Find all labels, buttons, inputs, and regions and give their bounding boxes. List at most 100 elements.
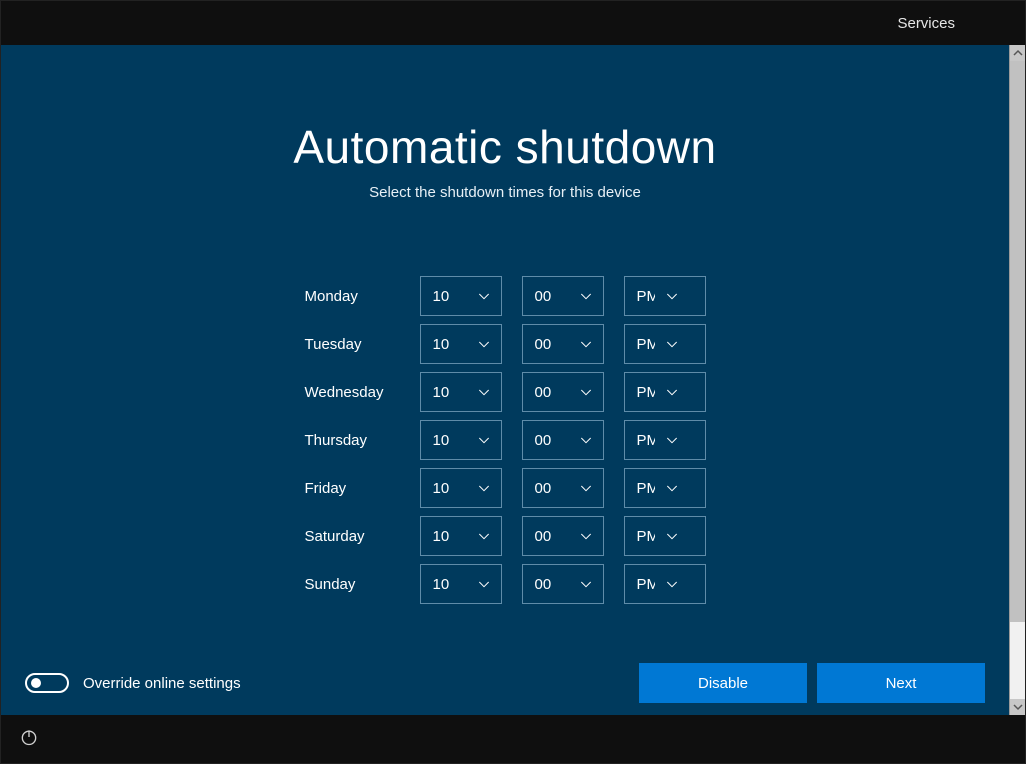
hour-value: 10: [421, 432, 467, 449]
page-heading: Automatic shutdown: [1, 120, 1009, 174]
hour-value: 10: [421, 288, 467, 305]
ampm-dropdown[interactable]: PM: [624, 564, 706, 604]
minute-value: 00: [523, 528, 569, 545]
chevron-down-icon: [467, 336, 501, 352]
content: Automatic shutdown Select the shutdown t…: [1, 45, 1009, 715]
chevron-down-icon: [569, 528, 603, 544]
footer-buttons: Disable Next: [639, 663, 985, 703]
chevron-down-icon: [467, 528, 501, 544]
chevron-down-icon: [467, 288, 501, 304]
chevron-down-icon: [655, 528, 689, 544]
chevron-down-icon: [569, 288, 603, 304]
hour-value: 10: [421, 336, 467, 353]
scrollbar[interactable]: [1009, 45, 1025, 715]
day-label: Saturday: [305, 528, 400, 545]
ampm-dropdown[interactable]: PM: [624, 324, 706, 364]
override-label: Override online settings: [83, 675, 241, 692]
schedule-row: Sunday 10 00 PM: [305, 564, 706, 604]
minute-dropdown[interactable]: 00: [522, 564, 604, 604]
chevron-down-icon: [569, 576, 603, 592]
footer: Override online settings Disable Next: [1, 651, 1009, 715]
disable-button[interactable]: Disable: [639, 663, 807, 703]
hour-dropdown[interactable]: 10: [420, 564, 502, 604]
hour-dropdown[interactable]: 10: [420, 324, 502, 364]
hour-value: 10: [421, 576, 467, 593]
toggle-knob: [31, 678, 41, 688]
override-toggle-wrap: Override online settings: [25, 673, 241, 693]
ampm-dropdown[interactable]: PM: [624, 372, 706, 412]
minute-dropdown[interactable]: 00: [522, 420, 604, 460]
app-window: Services Automatic shutdown Select the s…: [0, 0, 1026, 764]
minute-value: 00: [523, 288, 569, 305]
minute-dropdown[interactable]: 00: [522, 468, 604, 508]
minute-value: 00: [523, 384, 569, 401]
chevron-down-icon: [467, 384, 501, 400]
chevron-down-icon: [655, 576, 689, 592]
schedule-row: Tuesday 10 00 PM: [305, 324, 706, 364]
chevron-down-icon: [655, 480, 689, 496]
day-label: Sunday: [305, 576, 400, 593]
hour-value: 10: [421, 384, 467, 401]
chevron-down-icon: [467, 432, 501, 448]
ampm-value: PM: [625, 528, 655, 545]
minute-value: 00: [523, 432, 569, 449]
hour-dropdown[interactable]: 10: [420, 468, 502, 508]
content-wrap: Automatic shutdown Select the shutdown t…: [1, 45, 1025, 715]
ampm-dropdown[interactable]: PM: [624, 468, 706, 508]
schedule: Monday 10 00 PM Tuesday 10 00 PM Wednesday 10 00 PM…: [305, 276, 706, 604]
ampm-dropdown[interactable]: PM: [624, 420, 706, 460]
power-icon[interactable]: [19, 727, 39, 752]
minute-dropdown[interactable]: 00: [522, 516, 604, 556]
chevron-down-icon: [655, 432, 689, 448]
scroll-thumb[interactable]: [1010, 61, 1025, 622]
schedule-row: Monday 10 00 PM: [305, 276, 706, 316]
ampm-value: PM: [625, 576, 655, 593]
page-subheading: Select the shutdown times for this devic…: [1, 184, 1009, 201]
ampm-dropdown[interactable]: PM: [624, 516, 706, 556]
ampm-value: PM: [625, 384, 655, 401]
minute-dropdown[interactable]: 00: [522, 372, 604, 412]
day-label: Tuesday: [305, 336, 400, 353]
day-label: Thursday: [305, 432, 400, 449]
taskbar: [1, 715, 1025, 763]
hour-value: 10: [421, 528, 467, 545]
chevron-down-icon: [655, 336, 689, 352]
hour-dropdown[interactable]: 10: [420, 516, 502, 556]
schedule-row: Saturday 10 00 PM: [305, 516, 706, 556]
scroll-track[interactable]: [1010, 61, 1025, 699]
scroll-up-arrow[interactable]: [1010, 45, 1025, 61]
minute-value: 00: [523, 336, 569, 353]
hour-dropdown[interactable]: 10: [420, 372, 502, 412]
schedule-row: Wednesday 10 00 PM: [305, 372, 706, 412]
minute-dropdown[interactable]: 00: [522, 324, 604, 364]
chevron-down-icon: [569, 480, 603, 496]
chevron-down-icon: [569, 384, 603, 400]
next-button[interactable]: Next: [817, 663, 985, 703]
chevron-down-icon: [569, 336, 603, 352]
ampm-dropdown[interactable]: PM: [624, 276, 706, 316]
chevron-down-icon: [655, 384, 689, 400]
schedule-row: Friday 10 00 PM: [305, 468, 706, 508]
chevron-down-icon: [569, 432, 603, 448]
ampm-value: PM: [625, 432, 655, 449]
minute-value: 00: [523, 576, 569, 593]
ampm-value: PM: [625, 336, 655, 353]
chevron-down-icon: [655, 288, 689, 304]
schedule-row: Thursday 10 00 PM: [305, 420, 706, 460]
day-label: Wednesday: [305, 384, 400, 401]
chevron-down-icon: [467, 480, 501, 496]
day-label: Friday: [305, 480, 400, 497]
hour-dropdown[interactable]: 10: [420, 276, 502, 316]
hour-dropdown[interactable]: 10: [420, 420, 502, 460]
day-label: Monday: [305, 288, 400, 305]
override-toggle[interactable]: [25, 673, 69, 693]
scroll-down-arrow[interactable]: [1010, 699, 1025, 715]
minute-dropdown[interactable]: 00: [522, 276, 604, 316]
hero: Automatic shutdown Select the shutdown t…: [1, 120, 1009, 201]
ampm-value: PM: [625, 288, 655, 305]
hour-value: 10: [421, 480, 467, 497]
titlebar: Services: [1, 1, 1025, 45]
chevron-down-icon: [467, 576, 501, 592]
ampm-value: PM: [625, 480, 655, 497]
minute-value: 00: [523, 480, 569, 497]
